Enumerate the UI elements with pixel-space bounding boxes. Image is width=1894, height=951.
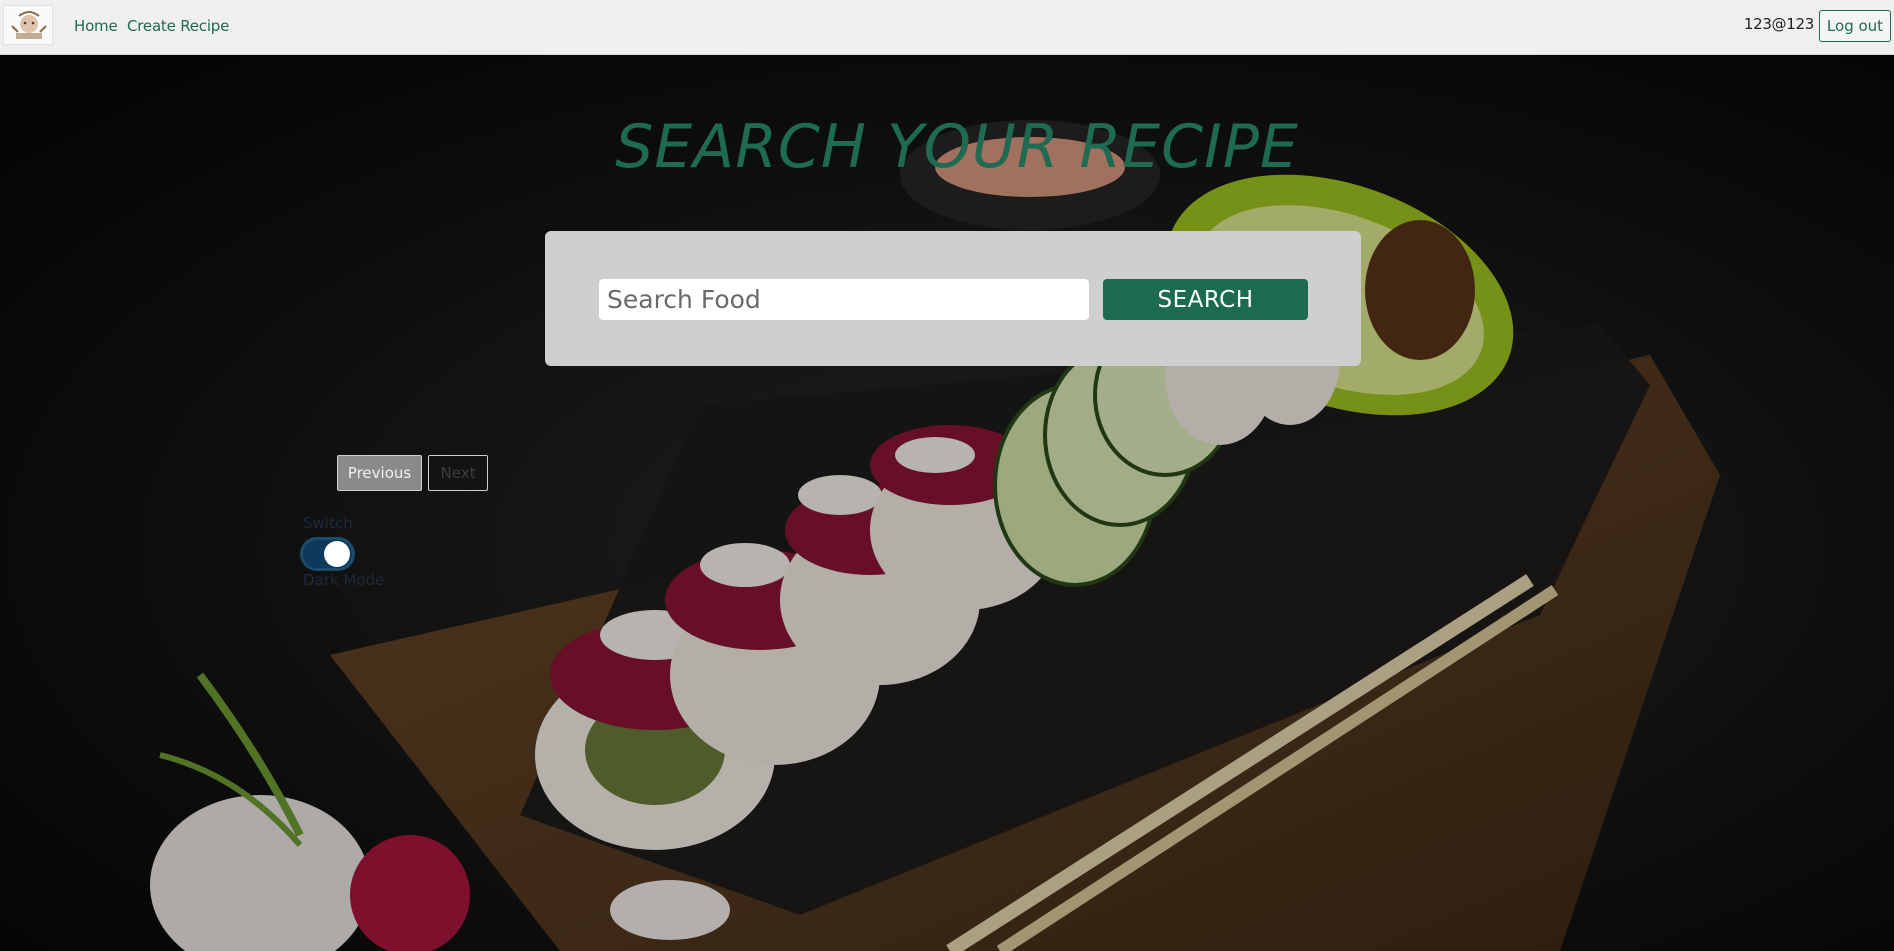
search-button[interactable]: SEARCH (1103, 279, 1308, 320)
logo-image[interactable] (3, 5, 53, 45)
user-email: 123@123 (1743, 15, 1814, 33)
hero-overlay (0, 55, 1894, 951)
previous-button[interactable]: Previous (337, 455, 422, 491)
navbar: Home Create Recipe 123@123 Log out (0, 0, 1894, 55)
page-title: SEARCH YOUR RECIPE (615, 112, 1299, 182)
logout-button[interactable]: Log out (1819, 10, 1891, 42)
dark-mode-label: Dark Mode (303, 571, 385, 589)
toggle-knob (324, 541, 350, 567)
dark-mode-toggle[interactable] (300, 537, 355, 571)
nav-create-recipe-link[interactable]: Create Recipe (127, 17, 229, 35)
next-button[interactable]: Next (428, 455, 488, 491)
switch-label: Switch (303, 514, 353, 532)
nav-home-link[interactable]: Home (74, 17, 118, 35)
hero-background (0, 55, 1894, 951)
search-panel: SEARCH (545, 231, 1361, 366)
search-input[interactable] (599, 279, 1089, 320)
chef-logo-icon (11, 11, 47, 39)
